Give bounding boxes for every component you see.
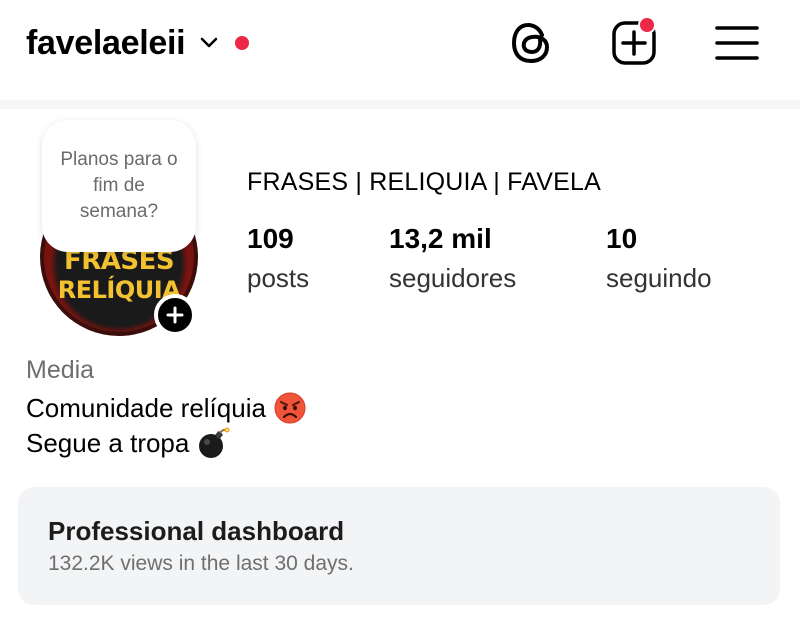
threads-button[interactable] [507,18,557,68]
menu-icon [715,26,759,60]
posts-count: 109 [247,223,294,254]
plus-icon [166,306,184,324]
note-bubble[interactable]: Planos para o fim de semana? [42,120,196,252]
menu-button[interactable] [712,18,762,68]
following-count: 10 [606,223,638,254]
dashboard-title: Professional dashboard [48,516,345,546]
display-name: FRASES | RELIQUIA | FAVELA [247,168,601,196]
category-label: Media [26,356,95,384]
account-switcher[interactable]: favelaeleii [26,20,250,66]
create-notification-dot [638,16,656,34]
bio-line-1: Comunidade relíquia [26,392,306,424]
username[interactable]: favelaeleii [26,24,186,63]
notification-dot [235,36,250,50]
angry-face-emoji-icon [274,392,306,424]
bomb-emoji-icon [199,427,230,458]
posts-label: posts [247,263,310,293]
threads-icon [511,22,550,64]
create-post-button[interactable] [609,16,659,68]
posts-stat[interactable]: 109 posts [247,222,309,295]
note-text: Planos para o fim de semana? [60,149,178,222]
bio-line-2: Segue a tropa [26,426,231,460]
following-label: seguindo [606,263,712,293]
followers-label: seguidores [389,263,517,293]
add-story-button[interactable] [154,294,196,336]
bio-line-2-text: Segue a tropa [26,427,190,458]
dashboard-subtitle: 132.2K views in the last 30 days. [48,552,354,575]
followers-stat[interactable]: 13,2 mil seguidores [389,222,516,295]
chevron-down-icon[interactable] [199,36,219,50]
bio-line-1-text: Comunidade relíquia [26,392,266,423]
followers-count: 13,2 mil [389,223,492,254]
header-divider [0,100,800,109]
professional-dashboard-card[interactable]: Professional dashboard 132.2K views in t… [18,487,780,605]
top-bar: favelaeleii [0,0,800,100]
following-stat[interactable]: 10 seguindo [606,222,712,295]
